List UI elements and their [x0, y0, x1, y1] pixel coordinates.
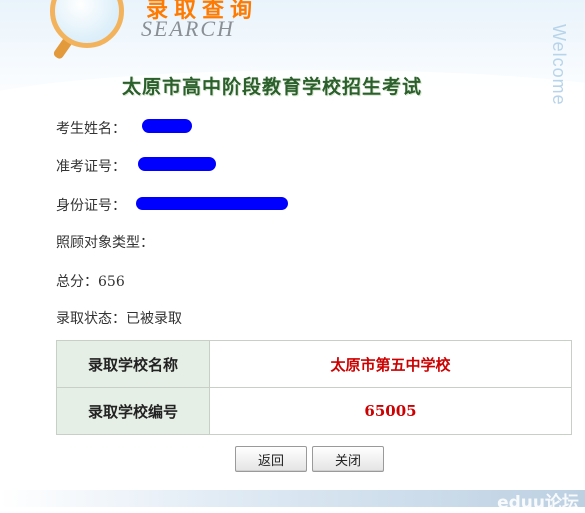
close-button[interactable]: 关闭 [312, 446, 384, 472]
student-name-row: 考生姓名： [56, 118, 126, 138]
banner-title-en: SEARCH [141, 16, 235, 41]
ticket-number-label: 准考证号： [56, 159, 126, 175]
total-score-row: 总分：656 [56, 271, 125, 291]
total-score-value: 656 [98, 274, 125, 290]
back-button[interactable]: 返回 [235, 446, 307, 472]
admission-status-value: 已被录取 [126, 311, 182, 327]
school-code-value: 65005 [209, 387, 572, 435]
admission-status-label: 录取状态： [56, 311, 126, 327]
care-type-row: 照顾对象类型： [56, 232, 154, 252]
ticket-number-row: 准考证号： [56, 156, 126, 176]
school-name-header: 录取学校名称 [56, 340, 210, 388]
school-name-value: 太原市第五中学校 [209, 340, 572, 388]
admission-result-table: 录取学校名称 太原市第五中学校 录取学校编号 65005 [56, 340, 572, 435]
admission-status-row: 录取状态：已被录取 [56, 308, 182, 328]
table-row: 录取学校编号 65005 [56, 387, 572, 435]
welcome-side-text: Welcome [549, 24, 569, 106]
ticket-redaction [138, 157, 216, 171]
student-name-label: 考生姓名： [56, 121, 126, 137]
table-row: 录取学校名称 太原市第五中学校 [56, 340, 572, 388]
header-banner: 录取查询 SEARCH Welcome 太原市高中阶段教育学校招生考试 [0, 0, 585, 118]
care-type-label: 照顾对象类型： [56, 235, 154, 251]
name-redaction [142, 119, 192, 133]
id-redaction [136, 197, 288, 210]
school-code-header: 录取学校编号 [56, 387, 210, 435]
total-score-label: 总分： [56, 274, 98, 290]
exam-title: 太原市高中阶段教育学校招生考试 [122, 76, 423, 98]
footer-bar: eduu论坛 [0, 490, 585, 513]
id-number-row: 身份证号： [56, 195, 126, 215]
id-number-label: 身份证号： [56, 198, 126, 214]
forum-watermark: eduu论坛 [497, 493, 579, 513]
